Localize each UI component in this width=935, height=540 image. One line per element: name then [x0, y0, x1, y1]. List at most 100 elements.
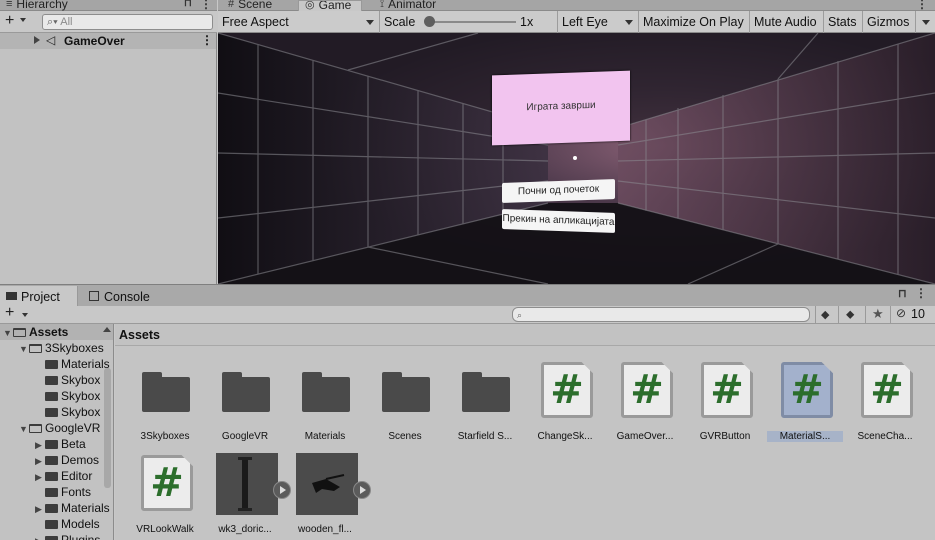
mute-audio-toggle[interactable]: Mute Audio: [750, 11, 824, 33]
gizmos-dropdown[interactable]: [916, 11, 935, 33]
scale-slider-track[interactable]: [428, 21, 516, 23]
maximize-on-play-toggle[interactable]: Maximize On Play: [639, 11, 750, 33]
tab-game[interactable]: ◎ Game: [298, 0, 362, 11]
asset-name: MaterialS...: [767, 431, 843, 442]
project-search-input[interactable]: ⌕: [512, 307, 810, 322]
folder-icon: [6, 292, 17, 300]
tree-item-label: Skybox: [61, 389, 101, 403]
create-plus-icon[interactable]: +: [5, 304, 14, 322]
tree-item[interactable]: Fonts: [35, 484, 91, 500]
tree-item[interactable]: Skybox: [35, 372, 100, 388]
expanded-arrow-icon[interactable]: ▼: [19, 341, 29, 357]
hidden-packages-button[interactable]: ⊘ 10: [890, 306, 935, 323]
collapsed-arrow-icon[interactable]: ▶: [35, 469, 45, 485]
hidden-count: 10: [911, 307, 925, 321]
asset-item[interactable]: GoogleVR: [211, 354, 279, 444]
tree-item-label: Assets: [29, 325, 69, 339]
scale-label: Scale: [384, 15, 416, 29]
tree-item[interactable]: ▼ Assets: [3, 324, 68, 340]
csharp-script-icon: #: [139, 455, 193, 511]
menu-kebab-icon[interactable]: ⋮: [200, 0, 212, 11]
corridor-render: [218, 33, 935, 284]
csharp-script-icon: #: [619, 362, 673, 418]
scroll-up-icon[interactable]: [103, 327, 111, 332]
exit-app-button[interactable]: Прекин на апликацијата: [502, 209, 615, 233]
asset-item[interactable]: Scenes: [371, 354, 439, 444]
view-tabbar: # Scene ◎ Game ⟟ Animator ⋮: [218, 0, 935, 11]
search-icon: ⌕▾: [47, 16, 58, 28]
asset-name: Scenes: [388, 431, 422, 442]
collapsed-arrow-icon[interactable]: ▶: [35, 437, 45, 453]
tree-item-label: Materials: [61, 357, 110, 371]
scene-name: GameOver: [64, 34, 125, 48]
gizmos-toggle[interactable]: Gizmos: [863, 11, 916, 33]
add-plus-icon[interactable]: +: [5, 12, 14, 30]
tree-item[interactable]: ▼ 3Skyboxes: [19, 340, 104, 356]
scale-slider-thumb[interactable]: [424, 16, 435, 27]
asset-item[interactable]: 3Skyboxes: [131, 354, 199, 444]
tree-item[interactable]: ▼ GoogleVR: [19, 420, 100, 436]
tab-console[interactable]: Console: [82, 286, 162, 307]
hierarchy-row-gameover[interactable]: ◁ GameOver ⋮: [0, 33, 216, 49]
collapsed-arrow-icon[interactable]: ▶: [35, 501, 45, 517]
asset-item[interactable]: Materials: [291, 354, 359, 444]
asset-item[interactable]: # VRLookWalk: [131, 447, 199, 537]
stats-toggle[interactable]: Stats: [824, 11, 863, 33]
tab-scene[interactable]: # Scene: [222, 0, 290, 11]
tree-item[interactable]: ▶ Materials: [35, 500, 110, 516]
tree-item[interactable]: ▶ Demos: [35, 452, 99, 468]
unity-scene-icon: ◁: [46, 33, 56, 47]
asset-item[interactable]: Starfield S...: [451, 354, 519, 444]
tree-item[interactable]: Models: [35, 516, 100, 532]
folder-icon: [299, 362, 351, 414]
view-kebab-icon[interactable]: ⋮: [916, 0, 928, 11]
search-by-label-button[interactable]: ⬥: [838, 306, 865, 323]
tree-item-label: Plugins: [61, 533, 101, 540]
lock-icon[interactable]: ⊓: [184, 0, 192, 9]
tab-hierarchy[interactable]: ≡ Hierarchy: [0, 0, 100, 11]
hierarchy-toolbar: + ⌕▾ All: [0, 11, 217, 33]
expand-arrow-icon[interactable]: [34, 36, 40, 44]
tree-item[interactable]: Materials: [35, 356, 110, 372]
tree-item[interactable]: ▶ Editor: [35, 468, 92, 484]
asset-item[interactable]: # SceneCha...: [851, 354, 919, 444]
tree-item[interactable]: Skybox: [35, 388, 100, 404]
tab-animator[interactable]: ⟟ Animator: [374, 0, 458, 11]
favorite-button[interactable]: ★: [865, 306, 890, 323]
asset-item[interactable]: # GameOver...: [611, 354, 679, 444]
create-dropdown-icon[interactable]: [22, 313, 28, 317]
scene-kebab-icon[interactable]: ⋮: [201, 33, 213, 47]
folder-icon: [379, 362, 431, 414]
tree-item[interactable]: ▶ Beta: [35, 436, 86, 452]
expanded-arrow-icon[interactable]: ▼: [3, 325, 13, 341]
expanded-arrow-icon[interactable]: ▼: [19, 421, 29, 437]
eye-slash-icon: ⊘: [896, 306, 907, 320]
asset-item[interactable]: wooden_fl...: [291, 447, 371, 537]
asset-item[interactable]: # GVRButton: [691, 354, 759, 444]
project-folder-tree: ▼ Assets ▼ 3Skyboxes Materials Skybox Skybox Sk…: [0, 324, 114, 540]
eye-dropdown[interactable]: Left Eye: [558, 11, 639, 33]
asset-item[interactable]: wk3_doric...: [211, 447, 291, 537]
asset-item[interactable]: # MaterialS...: [767, 354, 843, 444]
hierarchy-search-input[interactable]: ⌕▾ All: [42, 14, 213, 30]
folder-icon: [45, 408, 58, 417]
tab-hierarchy-label: Hierarchy: [16, 0, 68, 11]
tree-scrollbar[interactable]: [104, 368, 111, 488]
restart-button[interactable]: Почни од почеток: [502, 179, 615, 203]
tab-scene-label: Scene: [238, 0, 273, 11]
collapsed-arrow-icon[interactable]: ▶: [35, 533, 45, 540]
search-by-type-button[interactable]: ◆: [815, 306, 837, 323]
add-dropdown-icon[interactable]: [20, 18, 26, 22]
tree-item-label: Editor: [61, 469, 93, 483]
project-lock-icon[interactable]: ⊓: [898, 287, 907, 300]
aspect-dropdown[interactable]: Free Aspect: [218, 11, 380, 33]
collapsed-arrow-icon[interactable]: ▶: [35, 453, 45, 469]
asset-item[interactable]: # ChangeSk...: [531, 354, 599, 444]
tree-item[interactable]: ▶ Plugins: [35, 532, 100, 540]
breadcrumb-assets[interactable]: Assets: [119, 328, 160, 342]
mute-label: Mute Audio: [754, 15, 817, 29]
project-kebab-icon[interactable]: ⋮: [915, 286, 927, 300]
tree-item[interactable]: Skybox: [35, 404, 100, 420]
csharp-script-icon: #: [859, 362, 913, 418]
game-viewport[interactable]: Играта заврши Почни од почеток Прекин на…: [218, 33, 935, 284]
